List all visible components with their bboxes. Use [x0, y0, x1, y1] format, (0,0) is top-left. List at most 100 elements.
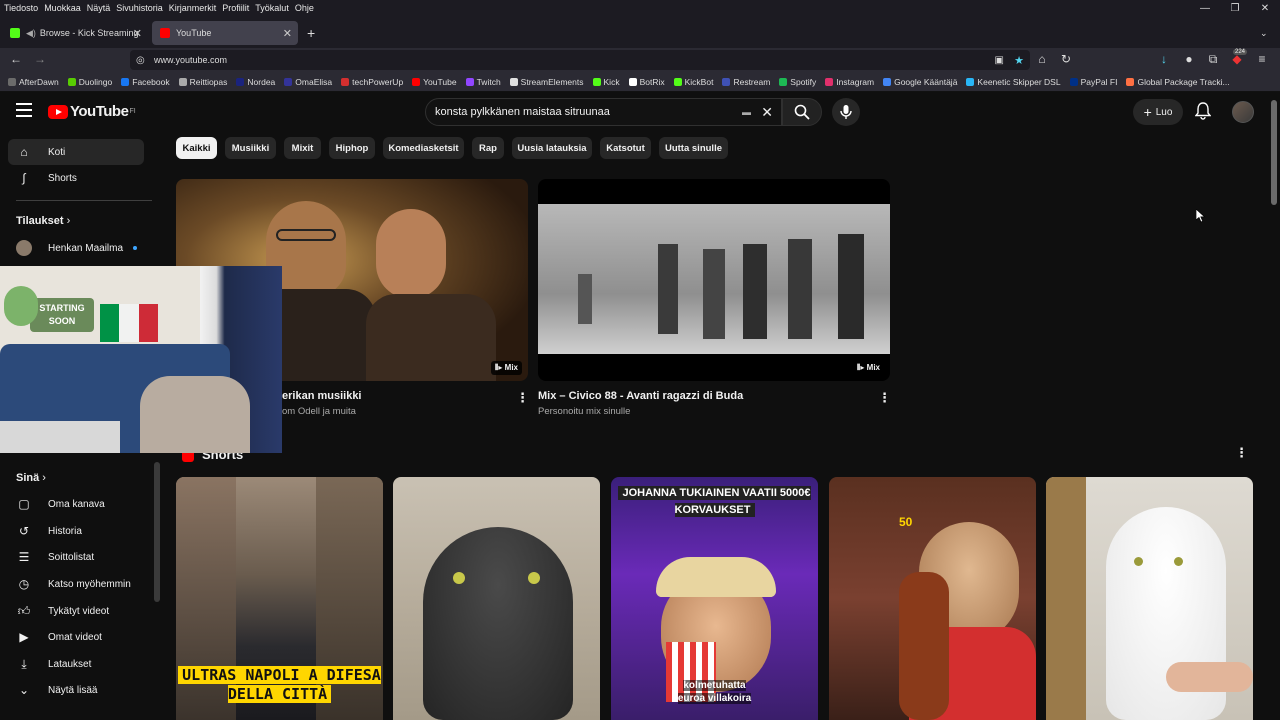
chip-music[interactable]: Musiikki	[225, 137, 276, 159]
sidebar-item-henkan-maailma[interactable]: Henkan Maailma	[8, 235, 144, 261]
menu-view[interactable]: Näytä	[87, 3, 111, 13]
more-options-icon[interactable]: ⋮	[516, 390, 529, 406]
tab-kick[interactable]: ◀) Browse - Kick Streaming ✕	[2, 21, 148, 45]
close-icon[interactable]: ✕	[283, 27, 292, 40]
close-icon[interactable]: ✕	[133, 27, 142, 40]
bookmark-item[interactable]: Global Package Tracki...	[1126, 77, 1230, 87]
avatar[interactable]	[1232, 101, 1254, 123]
downloads-icon[interactable]: ↓	[1156, 52, 1172, 66]
bookmark-item[interactable]: OmaElisa	[284, 77, 332, 87]
bookmark-item[interactable]: YouTube	[412, 77, 457, 87]
page-scrollbar[interactable]	[1271, 100, 1277, 205]
search-input[interactable]: konsta pylkkänen maistaa sitruunaa ▬ ✕	[425, 98, 782, 126]
sidebar-item-downloads[interactable]: ⤓ Lataukset	[8, 651, 144, 677]
menu-bookmarks[interactable]: Kirjanmerkit	[169, 3, 217, 13]
sidebar-item-history[interactable]: ↺ Historia	[8, 518, 144, 544]
hamburger-menu-icon[interactable]	[16, 103, 32, 117]
chip-hiphop[interactable]: Hiphop	[329, 137, 375, 159]
bookmark-item[interactable]: AfterDawn	[8, 77, 59, 87]
bookmark-label: PayPal FI	[1080, 76, 1118, 87]
short-card[interactable]	[393, 477, 600, 720]
bookmark-favicon-icon	[67, 77, 76, 86]
sidebar-item-shorts[interactable]: ∫ Shorts	[8, 165, 144, 191]
bookmark-favicon-icon	[509, 77, 518, 86]
home-icon[interactable]: ⌂	[1034, 52, 1050, 66]
short-card[interactable]: ULTRAS NAPOLI A DIFESA DELLA CITTÀ	[176, 477, 383, 720]
app-menu-icon[interactable]: ≡	[1254, 52, 1270, 66]
bookmark-item[interactable]: Google Kääntäjä	[883, 77, 957, 87]
short-card[interactable]	[1046, 477, 1253, 720]
bookmark-item[interactable]: Restream	[722, 77, 770, 87]
video-thumbnail[interactable]: ⦀▸ Mix	[538, 179, 890, 381]
you-heading[interactable]: Sinä ›	[16, 472, 46, 484]
more-options-icon[interactable]: ⋮	[1235, 445, 1248, 461]
bookmark-item[interactable]: Facebook	[121, 77, 170, 87]
sidebar-item-your-channel[interactable]: ▢ Oma kanava	[8, 491, 144, 517]
short-card[interactable]: JOHANNA TUKIAINEN VAATII 5000€ KORVAUKSE…	[611, 477, 818, 720]
sidebar-scrollbar[interactable]	[154, 462, 160, 602]
youtube-logo[interactable]: YouTube FI	[48, 103, 136, 120]
bookmark-item[interactable]: KickBot	[673, 77, 713, 87]
chip-comedy[interactable]: Komediasketsit	[383, 137, 464, 159]
menu-history[interactable]: Sivuhistoria	[116, 3, 163, 13]
bookmark-item[interactable]: Keenetic Skipper DSL	[966, 77, 1061, 87]
search-button[interactable]	[782, 98, 822, 126]
new-tab-button[interactable]: +	[302, 21, 324, 45]
tab-youtube[interactable]: YouTube ✕	[152, 21, 298, 45]
keyboard-icon[interactable]: ▬	[742, 107, 751, 117]
create-button[interactable]: + Luo	[1133, 99, 1183, 125]
close-window-button[interactable]: ✕	[1248, 0, 1280, 16]
sidebar-item-playlists[interactable]: ☰ Soittolistat	[8, 544, 144, 570]
notifications-button[interactable]	[1194, 102, 1212, 125]
url-bar[interactable]: ◎ www.youtube.com ▣ ★	[130, 50, 1030, 70]
chip-all[interactable]: Kaikki	[176, 137, 217, 159]
forward-icon[interactable]: →	[32, 52, 48, 66]
sidebar-item-home[interactable]: ⌂ Koti	[8, 139, 144, 165]
bookmark-item[interactable]: Reittiopas	[178, 77, 227, 87]
bookmark-star-icon[interactable]: ★	[1014, 54, 1024, 67]
reader-view-icon[interactable]: ▣	[995, 55, 1004, 66]
chip-rap[interactable]: Rap	[472, 137, 504, 159]
voice-search-button[interactable]	[832, 98, 860, 126]
bookmark-item[interactable]: Duolingo	[67, 76, 113, 87]
sidebar-item-watch-later[interactable]: ◷ Katso myöhemmin	[8, 571, 144, 597]
chip-mixes[interactable]: Mixit	[284, 137, 321, 159]
sidebar-item-liked-videos[interactable]: 👍︎ Tykätyt videot	[8, 598, 144, 624]
back-icon[interactable]: ←	[8, 52, 24, 66]
bookmark-item[interactable]: techPowerUp	[341, 77, 403, 87]
bookmark-item[interactable]: PayPal FI	[1069, 76, 1118, 87]
tab-list-icon[interactable]: ⌄	[1258, 21, 1274, 45]
video-subtitle[interactable]: om Odell ja muita	[282, 406, 356, 417]
menu-file[interactable]: Tiedosto	[4, 3, 38, 13]
video-title[interactable]: erikan musiikki	[282, 390, 362, 402]
extensions-icon[interactable]: ⧉	[1205, 52, 1221, 67]
bookmark-item[interactable]: Nordea	[236, 77, 275, 87]
menu-edit[interactable]: Muokkaa	[44, 3, 81, 13]
bookmark-item[interactable]: Spotify	[779, 77, 816, 87]
bookmark-item[interactable]: Kick	[592, 77, 620, 87]
more-options-icon[interactable]: ⋮	[878, 390, 891, 406]
subscriptions-heading[interactable]: Tilaukset ›	[16, 215, 70, 227]
chip-new-to-you[interactable]: Uutta sinulle	[659, 137, 728, 159]
bookmark-item[interactable]: BotRix	[628, 77, 665, 87]
reload-icon[interactable]: ↻	[1058, 52, 1074, 66]
maximize-button[interactable]: ❐	[1218, 0, 1252, 16]
menu-tools[interactable]: Työkalut	[255, 3, 289, 13]
clear-search-icon[interactable]: ✕	[761, 104, 773, 121]
bookmark-label: Duolingo	[78, 76, 113, 87]
bookmark-item[interactable]: Twitch	[465, 77, 501, 87]
account-icon[interactable]: ●	[1181, 52, 1197, 66]
video-title[interactable]: Mix – Civico 88 - Avanti ragazzi di Buda	[538, 390, 743, 402]
bookmark-item[interactable]: StreamElements	[509, 77, 584, 87]
menu-help[interactable]: Ohje	[295, 3, 314, 13]
sidebar-item-show-more[interactable]: ⌄ Näytä lisää	[8, 677, 144, 703]
chip-new-uploads[interactable]: Uusia latauksia	[512, 137, 592, 159]
minimize-button[interactable]: —	[1188, 0, 1222, 16]
video-subtitle[interactable]: Personoitu mix sinulle	[538, 406, 630, 417]
sidebar-item-your-videos[interactable]: ▶ Omat videot	[8, 624, 144, 650]
chip-watched[interactable]: Katsotut	[600, 137, 651, 159]
short-card[interactable]: 50	[829, 477, 1036, 720]
site-info-icon[interactable]: ◎	[136, 55, 145, 66]
bookmark-item[interactable]: Instagram	[825, 77, 874, 87]
menu-profiles[interactable]: Profiilit	[222, 3, 249, 13]
